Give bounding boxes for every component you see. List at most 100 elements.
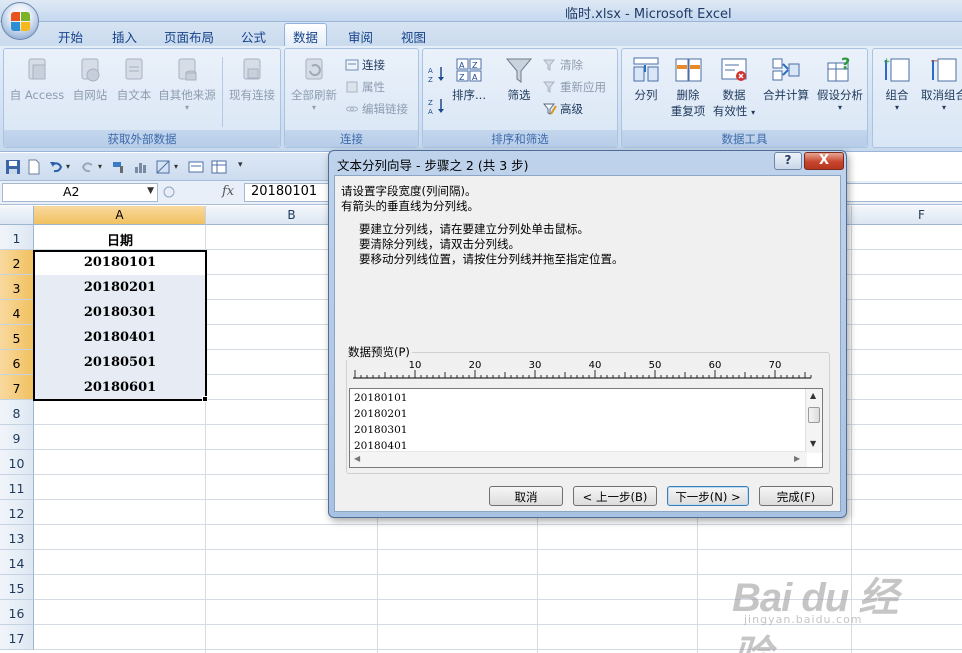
finish-button[interactable]: 完成(F) [759, 486, 833, 506]
title-bar: 临时.xlsx - Microsoft Excel [0, 0, 962, 22]
separator [222, 57, 223, 127]
scroll-thumb[interactable] [808, 407, 820, 423]
tab-home[interactable]: 开始 [50, 26, 91, 46]
edit-links-button[interactable]: 编辑链接 [345, 101, 408, 117]
row-header-12[interactable]: 12 [0, 500, 34, 525]
refresh-all-button[interactable]: 全部刷新 ▾ [287, 55, 341, 112]
row-header-5[interactable]: 5 [0, 325, 34, 350]
expand-handle-icon[interactable] [162, 185, 176, 199]
undo-icon[interactable] [48, 159, 64, 175]
from-text-button[interactable]: 自文本 [112, 55, 156, 103]
row-header-9[interactable]: 9 [0, 425, 34, 450]
fill-handle[interactable] [202, 396, 208, 402]
scroll-left-icon[interactable]: ◀ [354, 454, 360, 463]
tab-insert[interactable]: 插入 [104, 26, 145, 46]
text-to-columns-icon [633, 57, 659, 82]
svg-text:A: A [459, 61, 465, 70]
form-icon[interactable] [188, 159, 204, 175]
clear-button[interactable]: 清除 [543, 57, 583, 73]
advanced-filter-button[interactable]: 高级 [543, 101, 583, 117]
window-title: 临时.xlsx - Microsoft Excel [565, 7, 732, 22]
new-document-icon[interactable] [26, 159, 42, 175]
ruler-label: 70 [769, 360, 782, 371]
tab-data[interactable]: 数据 [284, 23, 328, 46]
cancel-button[interactable]: 取消 [489, 486, 563, 506]
connections-button[interactable]: 连接 [345, 57, 385, 73]
redo-icon[interactable] [80, 159, 96, 175]
sort-asc-button[interactable]: AZ [428, 65, 449, 83]
tab-formulas[interactable]: 公式 [233, 26, 274, 46]
row-header-10[interactable]: 10 [0, 450, 34, 475]
tab-view[interactable]: 视图 [393, 26, 434, 46]
scroll-up-icon[interactable]: ▲ [810, 391, 816, 400]
tab-page-layout[interactable]: 页面布局 [156, 26, 222, 46]
row-header-1[interactable]: 1 [0, 225, 34, 250]
row-header-16[interactable]: 16 [0, 600, 34, 625]
name-box-dropdown-icon[interactable]: ▼ [147, 186, 154, 196]
existing-connections-button[interactable]: 现有连接 [226, 55, 278, 103]
row-header-14[interactable]: 14 [0, 550, 34, 575]
what-if-analysis-button[interactable]: ? 假设分析 ▾ [814, 55, 866, 112]
database-icon [178, 58, 197, 81]
office-button[interactable] [1, 2, 39, 40]
filter-button[interactable]: 筛选 [501, 55, 537, 103]
from-access-button[interactable]: 自 Access [8, 55, 66, 103]
properties-icon [346, 81, 358, 93]
formula-bar-controls: fx [162, 183, 242, 202]
selection-border [33, 250, 207, 401]
consolidate-button[interactable]: 合并计算 [760, 55, 812, 103]
row-header-4[interactable]: 4 [0, 300, 34, 325]
column-header-f[interactable]: F [852, 206, 962, 225]
format-painter-icon[interactable] [111, 159, 127, 175]
chart-icon[interactable] [133, 159, 149, 175]
sort-button[interactable]: AZZA 排序... [450, 55, 488, 103]
preview-line: 20180101 [354, 392, 408, 404]
ruler-label: 40 [589, 360, 602, 371]
tab-review[interactable]: 审阅 [340, 26, 381, 46]
row-header-6[interactable]: 6 [0, 350, 34, 375]
scroll-down-icon[interactable]: ▼ [810, 439, 816, 448]
row-header-7[interactable]: 7 [0, 375, 34, 400]
from-other-sources-button[interactable]: 自其他来源 ▾ [154, 55, 220, 112]
border-icon[interactable] [155, 159, 171, 175]
select-all-corner[interactable] [0, 206, 34, 225]
back-button[interactable]: < 上一步(B) [573, 486, 657, 506]
tip-line-1: 要建立分列线，请在要建立分列处单击鼠标。 [359, 222, 589, 236]
row-header-3[interactable]: 3 [0, 275, 34, 300]
row-header-2[interactable]: 2 [0, 250, 34, 275]
properties-button[interactable]: 属性 [345, 79, 385, 95]
column-header-a[interactable]: A [34, 206, 206, 225]
gridline [34, 549, 962, 550]
name-box[interactable]: A2 ▼ [2, 183, 158, 202]
help-button[interactable]: ? [774, 152, 802, 170]
save-icon[interactable] [5, 159, 21, 175]
column-ruler[interactable]: 10 20 30 40 50 60 70 [353, 360, 813, 380]
remove-duplicates-button[interactable]: 删除 重复项 [668, 55, 708, 119]
next-button[interactable]: 下一步(N) > [667, 486, 749, 506]
data-validation-button[interactable]: 数据 有效性 ▾ [710, 55, 758, 121]
svg-text:−: − [930, 56, 938, 67]
sort-desc-button[interactable]: ZA [428, 97, 449, 115]
ungroup-button[interactable]: − 取消组合 ▾ [919, 55, 962, 112]
preview-vertical-scrollbar[interactable]: ▲ ▼ [805, 389, 822, 453]
group-button[interactable]: + 组合 ▾ [879, 55, 915, 112]
group-connections: 全部刷新 ▾ 连接 属性 编辑链接 连接 [284, 48, 419, 148]
insert-function-button[interactable]: fx [222, 184, 234, 199]
scroll-right-icon[interactable]: ▶ [794, 454, 800, 463]
data-preview-box[interactable]: 20180101 20180201 20180301 20180401 ▲ ▼ … [349, 388, 823, 468]
row-header-17[interactable]: 17 [0, 625, 34, 650]
reapply-button[interactable]: 重新应用 [543, 79, 606, 95]
sheet-icon[interactable] [211, 159, 227, 175]
cell-a1-header[interactable]: 日期 [34, 225, 206, 250]
row-header-11[interactable]: 11 [0, 475, 34, 500]
text-to-columns-button[interactable]: 分列 [626, 55, 666, 103]
preview-horizontal-scrollbar[interactable]: ◀ ▶ [350, 451, 807, 467]
close-button[interactable]: X [804, 152, 844, 170]
dialog-title: 文本分列向导 - 步骤之 2 (共 3 步) [337, 158, 529, 173]
row-header-8[interactable]: 8 [0, 400, 34, 425]
row-header-13[interactable]: 13 [0, 525, 34, 550]
customize-qat-icon[interactable]: ▾ [238, 160, 254, 176]
from-web-button[interactable]: 自网站 [68, 55, 112, 103]
row-header-15[interactable]: 15 [0, 575, 34, 600]
svg-text:?: ? [841, 55, 850, 73]
